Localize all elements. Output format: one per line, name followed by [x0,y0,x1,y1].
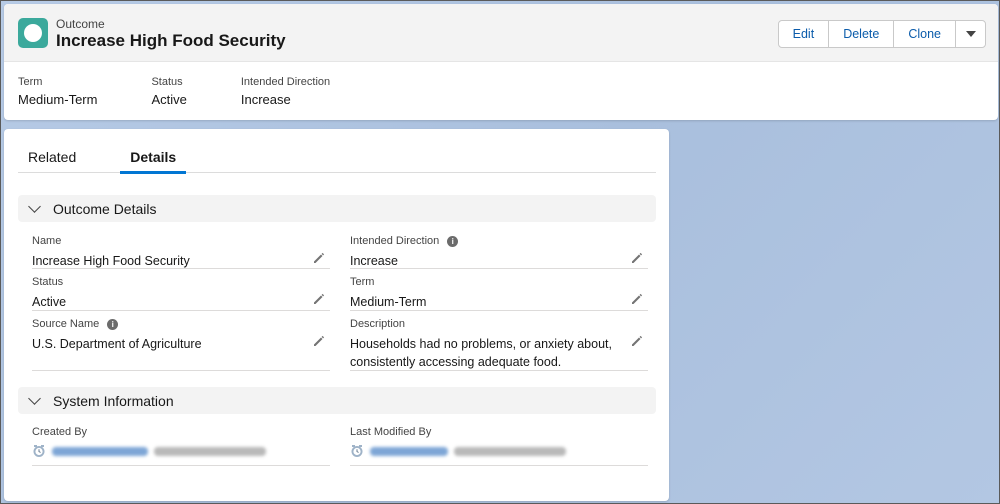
redacted-user-link[interactable] [52,446,148,456]
field-last-modified-by: Last Modified By [350,426,648,466]
field-term: Term Medium-Term [350,276,648,311]
highlight-status: Status Active [151,76,186,107]
section-outcome-details[interactable]: Outcome Details [18,195,656,222]
field-intended-direction: Intended Direction i Increase [350,235,648,269]
section-title: System Information [53,392,174,409]
field-label: Name [32,235,62,247]
section-title: Outcome Details [53,200,157,217]
pencil-icon[interactable] [630,292,644,306]
record-header-top: Outcome Increase High Food Security Edit… [4,4,998,62]
field-value: Active [32,295,67,309]
highlight-label: Intended Direction [240,76,331,88]
pencil-icon[interactable] [312,334,326,348]
object-type-label: Outcome [56,17,105,31]
caret-down-icon [965,31,976,37]
field-description: Description Households had no problems, … [350,318,648,371]
pencil-icon[interactable] [312,251,326,265]
info-icon[interactable]: i [107,318,119,330]
field-label: Created By [32,426,88,438]
field-value: U.S. Department of Agriculture [32,337,202,351]
field-label: Last Modified By [350,426,432,438]
pencil-icon[interactable] [630,334,644,348]
highlight-value: Increase [240,92,291,107]
field-value: Households had no problems, or anxiety a… [350,337,612,369]
highlight-label: Term [18,76,43,88]
field-label: Description [350,318,406,330]
field-name: Name Increase High Food Security [32,235,330,269]
outcome-icon [18,18,48,48]
record-detail-card: Related Details Outcome Details Name Inc… [4,129,669,501]
app-frame: Outcome Increase High Food Security Edit… [0,0,1000,504]
highlight-value: Active [151,92,187,107]
edit-button[interactable]: Edit [778,21,830,47]
redacted-timestamp [154,446,266,456]
field-value: Medium-Term [350,295,427,309]
pencil-icon[interactable] [630,251,644,265]
user-icon [351,445,363,457]
delete-button[interactable]: Delete [829,21,895,47]
redacted-user-link[interactable] [370,446,448,456]
tab-related[interactable]: Related [18,143,86,173]
highlight-term: Term Medium-Term [18,76,97,107]
last-modified-by-value [350,444,648,458]
field-label: Term [350,276,375,288]
more-actions-button[interactable] [956,21,985,47]
field-value: Increase High Food Security [32,254,190,268]
record-header: Outcome Increase High Food Security Edit… [4,4,998,120]
action-button-group: Edit Delete Clone [777,20,986,48]
field-label-row: Source Name i [32,318,330,330]
field-status: Status Active [32,276,330,311]
field-label: Source Name [32,318,100,330]
field-label-row: Intended Direction i [350,235,648,247]
created-by-value [32,444,330,458]
field-label: Status [32,276,64,288]
info-icon[interactable]: i [447,235,459,247]
section-system-information[interactable]: System Information [18,387,656,414]
chevron-down-icon [28,199,41,213]
field-created-by: Created By [32,426,330,466]
highlight-label: Status [151,76,183,88]
chevron-down-icon [28,391,41,405]
tab-details[interactable]: Details [120,143,187,174]
field-source-name: Source Name i U.S. Department of Agricul… [32,318,330,371]
redacted-timestamp [454,446,566,456]
field-label: Intended Direction [350,235,440,247]
record-title: Increase High Food Security [56,31,286,50]
pencil-icon[interactable] [312,292,326,306]
field-value: Increase [350,254,398,268]
highlight-intended-direction: Intended Direction Increase [241,76,330,107]
tab-bar: Related Details [18,143,656,174]
highlights-panel: Term Medium-Term Status Active Intended … [18,76,384,107]
clone-button[interactable]: Clone [894,21,956,47]
user-icon [33,445,45,457]
highlight-value: Medium-Term [18,92,98,107]
